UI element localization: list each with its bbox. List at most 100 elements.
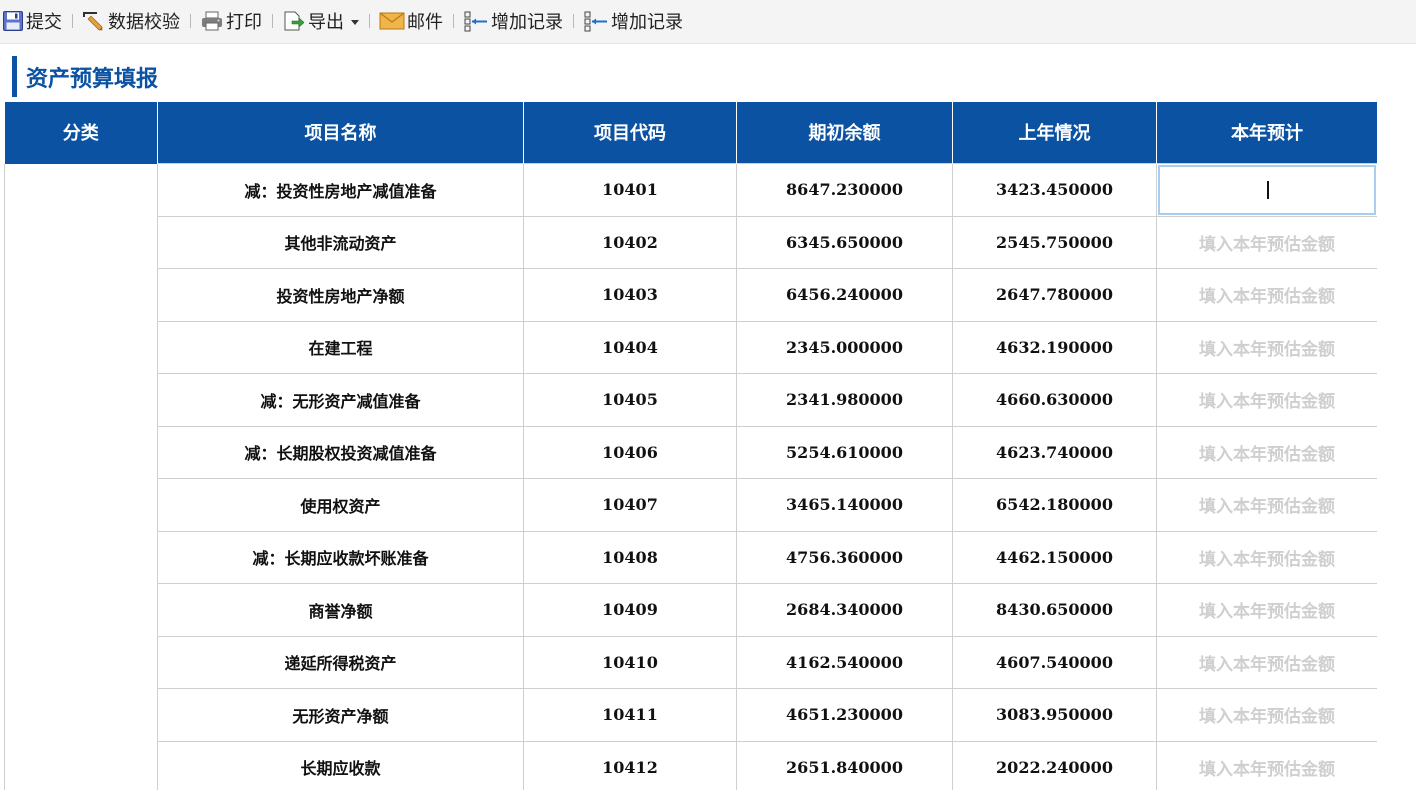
add-record-button-2[interactable]: 增加记录 — [583, 7, 683, 35]
estimate-input-cell[interactable]: 填入本年预估金额 — [1156, 373, 1377, 427]
budget-table: 分类 项目名称 项目代码 期初余额 上年情况 本年预计 减：投资性房地产减值准备… — [4, 102, 1377, 790]
add-record-label: 增加记录 — [611, 12, 683, 33]
opening-balance-cell: 4756.360000 — [736, 530, 953, 584]
last-year-cell: 2545.750000 — [952, 215, 1157, 269]
last-year-cell: 4462.150000 — [952, 530, 1157, 584]
estimate-input-cell[interactable]: 填入本年预估金额 — [1156, 320, 1377, 374]
table-row: 投资性房地产净额 10403 6456.240000 2647.780000 填入本年预… — [5, 268, 1377, 322]
item-name-cell: 商誉净额 — [157, 583, 524, 637]
export-button[interactable]: 导出 — [282, 7, 359, 35]
opening-balance-cell: 2345.000000 — [736, 320, 953, 374]
mail-label: 邮件 — [407, 12, 443, 33]
table-row: 无形资产净额 10411 4651.230000 3083.950000 填入本年预估金… — [5, 688, 1377, 742]
submit-label: 提交 — [26, 12, 62, 33]
item-name-cell: 减：无形资产减值准备 — [157, 373, 524, 427]
table-row: 减：无形资产减值准备 10405 2341.980000 4660.630000 填入本… — [5, 373, 1377, 427]
opening-balance-cell: 2341.980000 — [736, 373, 953, 427]
opening-balance-cell: 8647.230000 — [736, 163, 953, 217]
save-icon — [2, 10, 26, 32]
budget-table-container: 分类 项目名称 项目代码 期初余额 上年情况 本年预计 减：投资性房地产减值准备… — [4, 102, 1377, 790]
header-category: 分类 — [4, 102, 158, 164]
last-year-cell: 3423.450000 — [952, 163, 1157, 217]
header-opening-balance: 期初余额 — [736, 102, 953, 164]
export-icon — [282, 10, 308, 32]
item-name-cell: 使用权资产 — [157, 478, 524, 532]
table-row: 商誉净额 10409 2684.340000 8430.650000 填入本年预估金额 — [5, 583, 1377, 637]
item-code-cell: 10409 — [523, 583, 737, 637]
last-year-cell: 4632.190000 — [952, 320, 1157, 374]
mail-icon — [379, 10, 407, 32]
item-code-cell: 10411 — [523, 688, 737, 742]
estimate-input-cell[interactable]: 填入本年预估金额 — [1156, 425, 1377, 479]
add-record-icon — [463, 10, 491, 32]
validate-icon — [82, 10, 108, 32]
print-label: 打印 — [226, 12, 262, 33]
item-name-cell: 减：长期应收款坏账准备 — [157, 530, 524, 584]
item-name-cell: 减：长期股权投资减值准备 — [157, 425, 524, 479]
estimate-input-cell[interactable]: 填入本年预估金额 — [1156, 688, 1377, 742]
toolbar-divider — [369, 14, 370, 28]
item-name-cell: 在建工程 — [157, 320, 524, 374]
toolbar-divider — [72, 14, 73, 28]
table-row: 减：长期应收款坏账准备 10408 4756.360000 4462.150000 填入… — [5, 530, 1377, 584]
last-year-cell: 4623.740000 — [952, 425, 1157, 479]
estimate-input-active[interactable] — [1156, 163, 1377, 217]
add-record-button[interactable]: 增加记录 — [463, 7, 563, 35]
toolbar-divider — [453, 14, 454, 28]
estimate-input-cell[interactable]: 填入本年预估金额 — [1156, 530, 1377, 584]
item-name-cell: 其他非流动资产 — [157, 215, 524, 269]
table-row: 使用权资产 10407 3465.140000 6542.180000 填入本年预估金额 — [5, 478, 1377, 532]
opening-balance-cell: 2651.840000 — [736, 740, 953, 790]
opening-balance-cell: 3465.140000 — [736, 478, 953, 532]
last-year-cell: 4660.630000 — [952, 373, 1157, 427]
item-code-cell: 10407 — [523, 478, 737, 532]
item-code-cell: 10406 — [523, 425, 737, 479]
category-cell — [4, 163, 158, 790]
chevron-down-icon[interactable] — [351, 19, 359, 25]
last-year-cell: 4607.540000 — [952, 635, 1157, 689]
opening-balance-cell: 4162.540000 — [736, 635, 953, 689]
mail-button[interactable]: 邮件 — [379, 7, 443, 35]
estimate-input-cell[interactable]: 填入本年预估金额 — [1156, 478, 1377, 532]
data-validation-label: 数据校验 — [108, 12, 180, 33]
opening-balance-cell: 5254.610000 — [736, 425, 953, 479]
item-code-cell: 10408 — [523, 530, 737, 584]
toolbar-divider — [272, 14, 273, 28]
estimate-input-cell[interactable]: 填入本年预估金额 — [1156, 583, 1377, 637]
table-row: 其他非流动资产 10402 6345.650000 2545.750000 填入本年预估… — [5, 215, 1377, 269]
table-row: 减：投资性房地产减值准备 10401 8647.230000 3423.450000 — [4, 163, 1377, 790]
last-year-cell: 2022.240000 — [952, 740, 1157, 790]
item-code-cell: 10402 — [523, 215, 737, 269]
estimate-input-cell[interactable]: 填入本年预估金额 — [1156, 268, 1377, 322]
page-title: 资产预算填报 — [26, 66, 159, 92]
item-code-cell: 10404 — [523, 320, 737, 374]
table-row: 减：长期股权投资减值准备 10406 5254.610000 4623.740000 填… — [5, 425, 1377, 479]
header-item-name: 项目名称 — [157, 102, 524, 164]
print-button[interactable]: 打印 — [200, 7, 262, 35]
table-header-row: 分类 项目名称 项目代码 期初余额 上年情况 本年预计 — [4, 102, 1377, 164]
item-code-cell: 10403 — [523, 268, 737, 322]
table-row: 递延所得税资产 10410 4162.540000 4607.540000 填入本年预估… — [5, 635, 1377, 689]
header-last-year: 上年情况 — [952, 102, 1157, 164]
item-name-cell: 无形资产净额 — [157, 688, 524, 742]
opening-balance-cell: 2684.340000 — [736, 583, 953, 637]
opening-balance-cell: 6345.650000 — [736, 215, 953, 269]
header-item-code: 项目代码 — [523, 102, 737, 164]
last-year-cell: 6542.180000 — [952, 478, 1157, 532]
item-code-cell: 10405 — [523, 373, 737, 427]
item-name-cell: 投资性房地产净额 — [157, 268, 524, 322]
add-record-icon — [583, 10, 611, 32]
table-row: 长期应收款 10412 2651.840000 2022.240000 填入本年预估金额 — [5, 740, 1377, 790]
add-record-label: 增加记录 — [491, 12, 563, 33]
printer-icon — [200, 10, 226, 32]
estimate-input-cell[interactable]: 填入本年预估金额 — [1156, 215, 1377, 269]
focused-input-box[interactable] — [1158, 165, 1376, 215]
estimate-input-cell[interactable]: 填入本年预估金额 — [1156, 740, 1377, 790]
data-validation-button[interactable]: 数据校验 — [82, 7, 180, 35]
estimate-input-cell[interactable]: 填入本年预估金额 — [1156, 635, 1377, 689]
submit-button[interactable]: 提交 — [2, 7, 62, 35]
toolbar-divider — [573, 14, 574, 28]
export-label: 导出 — [308, 12, 344, 33]
item-code-cell: 10412 — [523, 740, 737, 790]
table-body: 减：投资性房地产减值准备 10401 8647.230000 3423.450000 其… — [4, 163, 1377, 790]
